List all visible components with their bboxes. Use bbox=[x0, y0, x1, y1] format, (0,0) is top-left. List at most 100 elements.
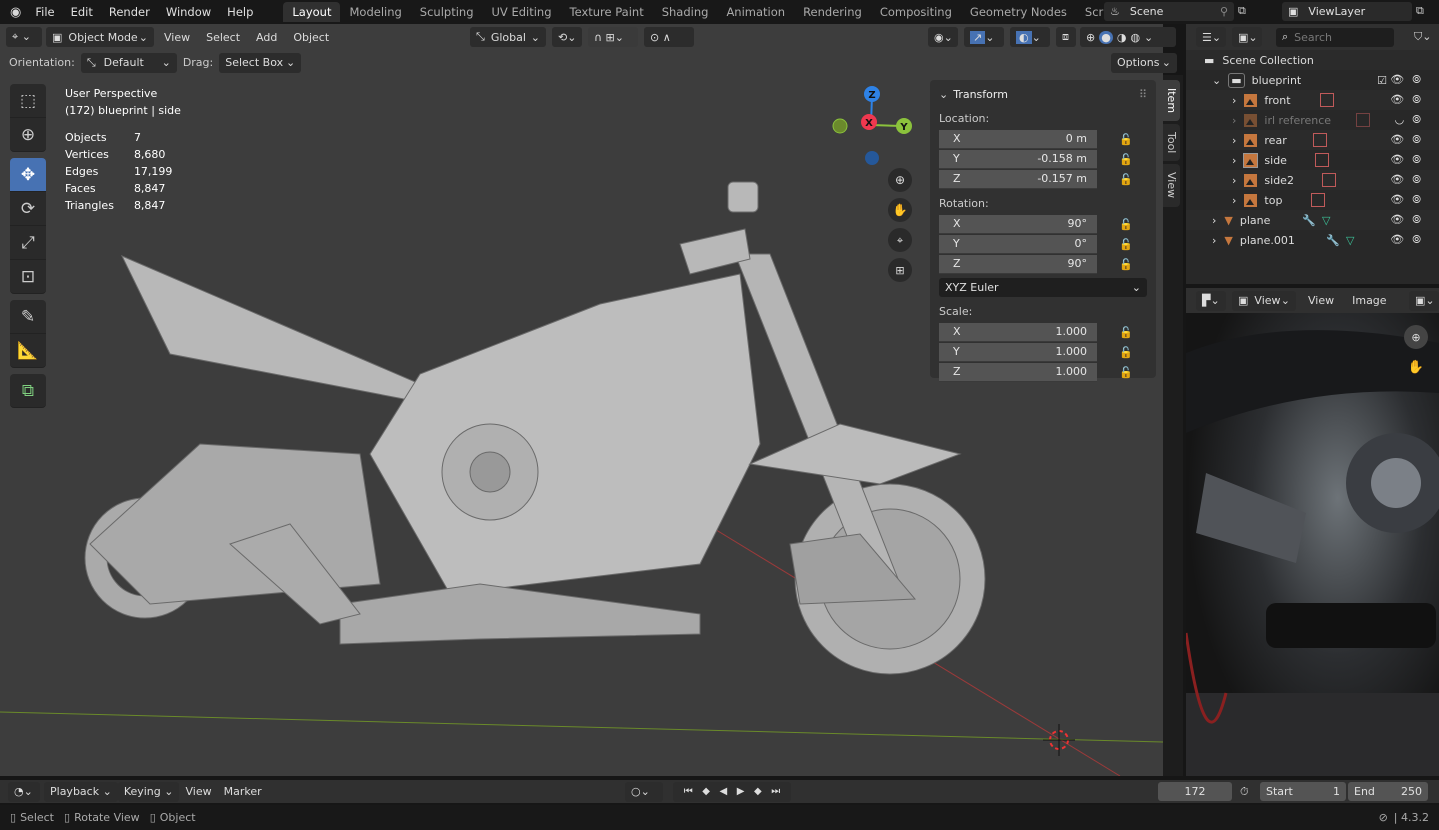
current-frame-field[interactable]: 172 bbox=[1158, 782, 1232, 801]
location-x-field[interactable]: X0 m bbox=[939, 129, 1097, 149]
end-frame-field[interactable]: End 250 bbox=[1348, 782, 1428, 801]
menu-view[interactable]: View bbox=[158, 31, 196, 44]
menu-render[interactable]: Render bbox=[101, 5, 158, 19]
lock-icon[interactable]: 🔓 bbox=[1119, 366, 1133, 379]
lock-icon[interactable]: 🔓 bbox=[1119, 173, 1133, 186]
menu-help[interactable]: Help bbox=[219, 5, 261, 19]
menu-add[interactable]: Add bbox=[250, 31, 283, 44]
transform-orientation-selector[interactable]: ⤡ Global ⌄ bbox=[470, 27, 546, 47]
image-browse-button[interactable]: ▣⌄ bbox=[1409, 290, 1439, 311]
auto-keying-toggle[interactable]: ○⌄ bbox=[625, 781, 663, 802]
outliner-item[interactable]: › side2 👁⦾ bbox=[1186, 170, 1439, 190]
lock-icon[interactable]: 🔓 bbox=[1119, 133, 1133, 146]
tab-geometry-nodes[interactable]: Geometry Nodes bbox=[961, 2, 1076, 22]
playback-dropdown[interactable]: Playback ⌄ bbox=[44, 781, 118, 802]
tab-texture-paint[interactable]: Texture Paint bbox=[561, 2, 653, 22]
snap-toggle[interactable]: ∩ ⊞⌄ bbox=[588, 27, 638, 47]
reference-photo[interactable]: ⊕ ✋ bbox=[1186, 313, 1439, 776]
rotation-z-field[interactable]: Z 90° bbox=[939, 254, 1097, 274]
menu-image[interactable]: Image bbox=[1346, 294, 1392, 307]
select-box-tool-icon[interactable]: ⬚ bbox=[10, 84, 46, 118]
rendered-shading-icon[interactable]: ◍ bbox=[1130, 31, 1140, 44]
overlay-toggle[interactable]: ◐ ⌄ bbox=[1010, 27, 1050, 47]
measure-tool-icon[interactable]: 📐 bbox=[10, 334, 46, 368]
xray-toggle[interactable]: ⧈ bbox=[1056, 27, 1076, 47]
scale-tool-icon[interactable]: ⤢ bbox=[10, 226, 46, 260]
outliner-object-plane-001[interactable]: › ▼ plane.001 🔧 ▽ 👁⦾ bbox=[1186, 230, 1439, 250]
outliner-item[interactable]: › rear 👁⦾ bbox=[1186, 130, 1439, 150]
tab-rendering[interactable]: Rendering bbox=[794, 2, 871, 22]
lock-icon[interactable]: 🔓 bbox=[1119, 153, 1133, 166]
display-mode-button[interactable]: ☰⌄ bbox=[1196, 27, 1226, 47]
lock-icon[interactable]: 🔓 bbox=[1119, 326, 1133, 339]
options-dropdown[interactable]: Options ⌄ bbox=[1111, 52, 1177, 73]
gizmo-toggle[interactable]: ↗ ⌄ bbox=[964, 27, 1004, 47]
drag-handle-icon[interactable]: ⠿ bbox=[1139, 88, 1147, 101]
new-scene-icon[interactable]: ⧉ bbox=[1238, 4, 1246, 18]
menu-edit[interactable]: Edit bbox=[63, 5, 101, 19]
move-tool-icon[interactable]: ✥ bbox=[10, 158, 46, 192]
scene-collection-row[interactable]: ▬ Scene Collection bbox=[1186, 50, 1439, 70]
outliner-object-plane[interactable]: › ▼ plane 🔧 ▽ 👁⦾ bbox=[1186, 210, 1439, 230]
tab-modeling[interactable]: Modeling bbox=[340, 2, 410, 22]
lock-icon[interactable]: 🔓 bbox=[1119, 258, 1133, 271]
object-visibility-button[interactable]: ◉⌄ bbox=[928, 27, 958, 47]
rotation-y-field[interactable]: Y 0° bbox=[939, 234, 1097, 254]
menu-view[interactable]: View bbox=[179, 785, 217, 798]
tab-item[interactable]: Item bbox=[1163, 80, 1180, 122]
outliner-item-active[interactable]: › side 👁⦾ bbox=[1186, 150, 1439, 170]
solid-shading-icon[interactable]: ● bbox=[1099, 30, 1113, 44]
timeline-editor-type-button[interactable]: ◔⌄ bbox=[8, 781, 40, 802]
tab-shading[interactable]: Shading bbox=[653, 2, 718, 22]
material-shading-icon[interactable]: ◑ bbox=[1117, 31, 1127, 44]
image-editor-type-button[interactable]: ▛⌄ bbox=[1196, 290, 1226, 311]
menu-select[interactable]: Select bbox=[200, 31, 246, 44]
scene-selector[interactable]: ♨ Scene ⚲ bbox=[1104, 2, 1234, 21]
tab-uv-editing[interactable]: UV Editing bbox=[483, 2, 561, 22]
outliner-search[interactable]: ⌕ Search bbox=[1276, 27, 1394, 47]
pin-icon[interactable]: ⚲ bbox=[1220, 5, 1228, 18]
blender-logo-icon[interactable]: ◉ bbox=[0, 5, 27, 20]
menu-window[interactable]: Window bbox=[158, 5, 219, 19]
rotate-tool-icon[interactable]: ⟳ bbox=[10, 192, 46, 226]
scale-y-field[interactable]: Y 1.000 bbox=[939, 342, 1097, 362]
collection-row-blueprint[interactable]: ⌄ ▬ blueprint ☑ 👁⦾ bbox=[1186, 70, 1439, 90]
location-z-field[interactable]: Z -0.157 m bbox=[939, 169, 1097, 189]
editor-type-button[interactable]: ⌖ ⌄ bbox=[6, 27, 42, 47]
start-frame-field[interactable]: Start 1 bbox=[1260, 782, 1346, 801]
add-cube-tool-icon[interactable]: ⧉ bbox=[10, 374, 46, 408]
lock-icon[interactable]: 🔓 bbox=[1119, 346, 1133, 359]
menu-marker[interactable]: Marker bbox=[218, 785, 268, 798]
stopwatch-icon[interactable]: ⏱ bbox=[1240, 785, 1249, 799]
mode-selector[interactable]: ▣ Object Mode ⌄ bbox=[46, 27, 154, 47]
scale-z-field[interactable]: Z 1.000 bbox=[939, 362, 1097, 382]
annotate-tool-icon[interactable]: ✎ bbox=[10, 300, 46, 334]
tab-view[interactable]: View bbox=[1163, 164, 1180, 207]
outliner-item[interactable]: › front 👁⦾ bbox=[1186, 90, 1439, 110]
wireframe-shading-icon[interactable]: ⊕ bbox=[1086, 31, 1095, 44]
keying-dropdown[interactable]: Keying ⌄ bbox=[117, 781, 180, 802]
lock-icon[interactable]: 🔓 bbox=[1119, 218, 1133, 231]
image-view-mode-dropdown[interactable]: ▣ View ⌄ bbox=[1232, 290, 1296, 311]
rotation-mode-dropdown[interactable]: XYZ Euler ⌄ bbox=[939, 278, 1147, 297]
transform-tool-icon[interactable]: ⊡ bbox=[10, 260, 46, 294]
orientation-dropdown[interactable]: ⤡ Default ⌄ bbox=[80, 52, 177, 73]
eye-camera-icons[interactable]: 👁⦾ bbox=[1390, 73, 1429, 87]
rotation-x-field[interactable]: X 90° bbox=[939, 214, 1097, 234]
scale-x-field[interactable]: X 1.000 bbox=[939, 322, 1097, 342]
playback-controls[interactable]: ⏮ ◆ ◀ ▶ ◆ ⏭ bbox=[673, 781, 791, 802]
shading-modes[interactable]: ⊕ ● ◑ ◍ ⌄ bbox=[1080, 27, 1176, 47]
menu-view[interactable]: View bbox=[1302, 294, 1340, 307]
navigation-gizmo[interactable]: Z Y X ⊕ ✋ ⌖ ⊞ bbox=[826, 80, 926, 290]
pivot-selector[interactable]: ⟲⌄ bbox=[552, 27, 582, 47]
checkbox-icon[interactable]: ☑ bbox=[1377, 74, 1387, 87]
location-y-field[interactable]: Y -0.158 m bbox=[939, 149, 1097, 169]
outliner-item[interactable]: › top 👁⦾ bbox=[1186, 190, 1439, 210]
view-layer-selector[interactable]: ▣ ViewLayer bbox=[1282, 2, 1412, 21]
tab-compositing[interactable]: Compositing bbox=[871, 2, 961, 22]
transform-panel-header[interactable]: ⌄ Transform ⠿ bbox=[939, 84, 1147, 104]
menu-file[interactable]: File bbox=[27, 5, 62, 19]
new-view-layer-icon[interactable]: ⧉ bbox=[1416, 4, 1424, 18]
menu-object[interactable]: Object bbox=[287, 31, 335, 44]
tab-sculpting[interactable]: Sculpting bbox=[411, 2, 483, 22]
